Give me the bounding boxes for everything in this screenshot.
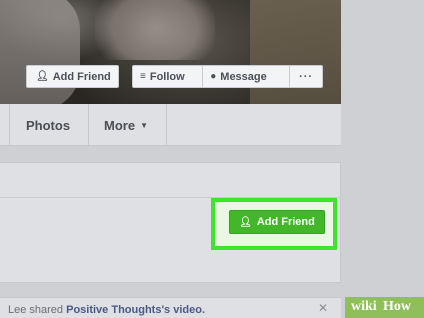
cover-photo-shading xyxy=(95,0,215,60)
message-button[interactable]: ● Message xyxy=(203,66,291,87)
message-label: Message xyxy=(220,70,267,83)
tab-separator xyxy=(9,104,10,146)
ellipsis-icon: ··· xyxy=(299,70,314,83)
tab-photos-label: Photos xyxy=(26,117,71,133)
caret-down-icon: ▼ xyxy=(140,120,148,130)
cover-photo-shading xyxy=(0,0,80,104)
close-icon[interactable]: ✕ xyxy=(318,301,328,315)
tab-separator xyxy=(88,104,89,146)
add-person-icon: 👤︎ xyxy=(36,71,49,82)
add-friend-button-label: Add Friend xyxy=(256,216,315,228)
add-friend-button[interactable]: 👤︎ Add Friend xyxy=(229,210,325,234)
profile-action-group: ≡ Follow ● Message ··· xyxy=(132,65,323,88)
cover-photo: 👤︎ Add Friend ≡ Follow ● Message ··· xyxy=(0,0,341,104)
post-preview-link[interactable]: Positive Thoughts's video. xyxy=(66,304,205,316)
tab-photos[interactable]: Photos xyxy=(26,104,70,146)
section-gap xyxy=(0,146,424,162)
follow-label: Follow xyxy=(149,70,185,83)
more-options-button[interactable]: ··· xyxy=(290,66,322,87)
tab-separator xyxy=(166,104,167,146)
rss-icon: ≡ xyxy=(140,71,146,82)
post-preview-prefix: Lee shared xyxy=(8,304,67,316)
cover-photo-shading xyxy=(250,0,341,104)
add-person-icon: 👤︎ xyxy=(239,216,252,228)
add-friend-button-cover[interactable]: 👤︎ Add Friend xyxy=(26,65,119,88)
add-friend-label: Add Friend xyxy=(52,70,111,83)
tab-more-label: More xyxy=(104,117,136,133)
messenger-icon: ● xyxy=(210,71,217,82)
watermark-wiki: wiki xyxy=(351,299,377,314)
watermark-how: How xyxy=(383,299,411,314)
profile-tab-bar: Photos More ▼ xyxy=(0,104,341,146)
follow-button[interactable]: ≡ Follow xyxy=(133,66,204,87)
post-preview-text: Lee shared Positive Thoughts's video. xyxy=(8,304,205,316)
tab-more[interactable]: More ▼ xyxy=(104,104,148,146)
post-preview: Lee shared Positive Thoughts's video. ✕ xyxy=(0,297,341,318)
